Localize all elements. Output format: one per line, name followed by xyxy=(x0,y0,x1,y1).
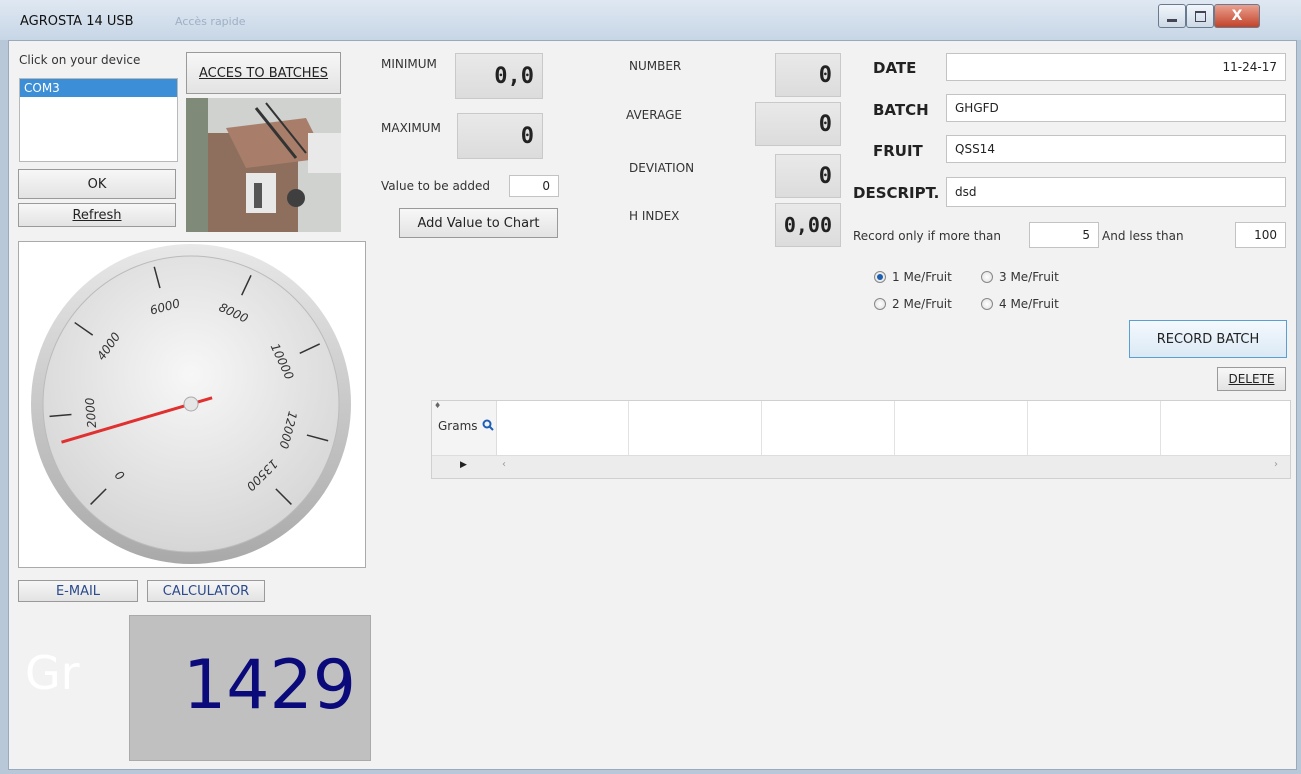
fruit-field[interactable]: QSS14 xyxy=(946,135,1286,163)
unit-label: Gr xyxy=(25,646,80,700)
radio-4-me-fruit-label: 4 Me/Fruit xyxy=(999,297,1059,311)
maximum-label: MAXIMUM xyxy=(381,121,441,135)
radio-2-me-fruit-dot[interactable] xyxy=(874,298,886,310)
radio-2-me-fruit-label: 2 Me/Fruit xyxy=(892,297,952,311)
email-button[interactable]: E-MAIL xyxy=(18,580,138,602)
sort-arrow-icon: ♦ xyxy=(434,401,442,410)
batch-label: BATCH xyxy=(873,101,929,119)
fruit-label: FRUIT xyxy=(873,142,923,160)
device-list-item-com3[interactable]: COM3 xyxy=(20,79,177,97)
radio-4-me-fruit[interactable]: 4 Me/Fruit xyxy=(981,297,1059,311)
grid-scrollbar[interactable]: ▶ ‹ › xyxy=(432,455,1290,478)
radio-4-me-fruit-dot[interactable] xyxy=(981,298,993,310)
weight-gauge: 0200040006000 8000100001200013500 xyxy=(31,244,351,564)
minimum-label: MINIMUM xyxy=(381,57,437,71)
main-panel: Click on your device COM3 OK Refresh ACC… xyxy=(8,40,1297,770)
record-batch-button[interactable]: RECORD BATCH xyxy=(1129,320,1287,358)
minimum-value: 0,0 xyxy=(455,53,543,99)
grid-divider xyxy=(1160,401,1161,455)
h-index-value: 0,00 xyxy=(775,203,841,247)
gauge-tick-label-2000: 2000 xyxy=(83,397,100,429)
radio-1-me-fruit[interactable]: 1 Me/Fruit xyxy=(874,270,952,284)
maximum-value: 0 xyxy=(457,113,543,159)
ok-button[interactable]: OK xyxy=(18,169,176,199)
radio-1-me-fruit-label: 1 Me/Fruit xyxy=(892,270,952,284)
grid-divider xyxy=(894,401,895,455)
descript-label: DESCRIPT. xyxy=(853,184,940,202)
camera-preview xyxy=(186,98,341,232)
grid-divider xyxy=(761,401,762,455)
radio-2-me-fruit[interactable]: 2 Me/Fruit xyxy=(874,297,952,311)
less-than-label: And less than xyxy=(1102,229,1184,243)
gauge-panel: 0 2000 4000 6000 8000 10000 12000 13500 xyxy=(18,241,366,568)
deviation-label: DEVIATION xyxy=(629,161,695,175)
row-indicator-icon: ▶ xyxy=(460,460,467,470)
minimize-icon xyxy=(1167,18,1177,22)
calculator-button[interactable]: CALCULATOR xyxy=(147,580,265,602)
less-than-input[interactable]: 100 xyxy=(1235,222,1286,248)
value-to-add-label: Value to be added xyxy=(381,179,491,193)
maximize-icon xyxy=(1194,10,1206,22)
radio-1-me-fruit-dot[interactable] xyxy=(874,271,886,283)
grid-header-grams: Grams xyxy=(438,419,478,433)
date-label: DATE xyxy=(873,59,917,77)
scroll-right-icon[interactable]: › xyxy=(1274,459,1278,470)
average-label: AVERAGE xyxy=(626,108,682,122)
minimize-button[interactable] xyxy=(1158,4,1186,28)
number-label: NUMBER xyxy=(629,59,682,73)
average-value: 0 xyxy=(755,102,841,146)
close-icon: X xyxy=(1231,8,1243,24)
camera-preview-image xyxy=(186,98,341,232)
radio-3-me-fruit[interactable]: 3 Me/Fruit xyxy=(981,270,1059,284)
number-value: 0 xyxy=(775,53,841,97)
deviation-value: 0 xyxy=(775,154,841,198)
maximize-button[interactable] xyxy=(1186,4,1214,28)
title-bar: AGROSTA 14 USB Accès rapide X xyxy=(0,0,1301,40)
radio-3-me-fruit-label: 3 Me/Fruit xyxy=(999,270,1059,284)
delete-label: DELETE xyxy=(1228,372,1275,386)
delete-button[interactable]: DELETE xyxy=(1217,367,1286,391)
quick-access-title: Accès rapide xyxy=(175,15,246,28)
scroll-left-icon[interactable]: ‹ xyxy=(502,459,506,470)
close-button[interactable]: X xyxy=(1214,4,1260,28)
add-value-to-chart-button[interactable]: Add Value to Chart xyxy=(399,208,558,238)
date-field[interactable]: 11-24-17 xyxy=(946,53,1286,81)
window-title: AGROSTA 14 USB xyxy=(20,14,134,29)
refresh-label: Refresh xyxy=(72,207,122,223)
data-grid[interactable]: ♦ Grams ▶ ‹ › xyxy=(431,400,1291,479)
h-index-label: H INDEX xyxy=(629,209,680,223)
refresh-button[interactable]: Refresh xyxy=(18,203,176,227)
weight-display: 1429 xyxy=(129,615,371,761)
radio-3-me-fruit-dot[interactable] xyxy=(981,271,993,283)
weight-value: 1429 xyxy=(182,646,356,725)
grid-divider xyxy=(628,401,629,455)
device-list[interactable]: COM3 xyxy=(19,78,178,162)
value-to-add-input[interactable]: 0 xyxy=(509,175,559,197)
grid-row-header: ♦ Grams xyxy=(432,401,497,455)
batch-field[interactable]: GHGFD xyxy=(946,94,1286,122)
magnifier-icon[interactable] xyxy=(482,419,494,431)
grid-divider xyxy=(1027,401,1028,455)
description-field[interactable]: dsd xyxy=(946,177,1286,207)
access-batches-button[interactable]: ACCES TO BATCHES xyxy=(186,52,341,94)
device-prompt: Click on your device xyxy=(19,53,141,67)
more-than-label: Record only if more than xyxy=(853,229,1002,243)
gauge-hub xyxy=(183,396,199,412)
more-than-input[interactable]: 5 xyxy=(1029,222,1099,248)
